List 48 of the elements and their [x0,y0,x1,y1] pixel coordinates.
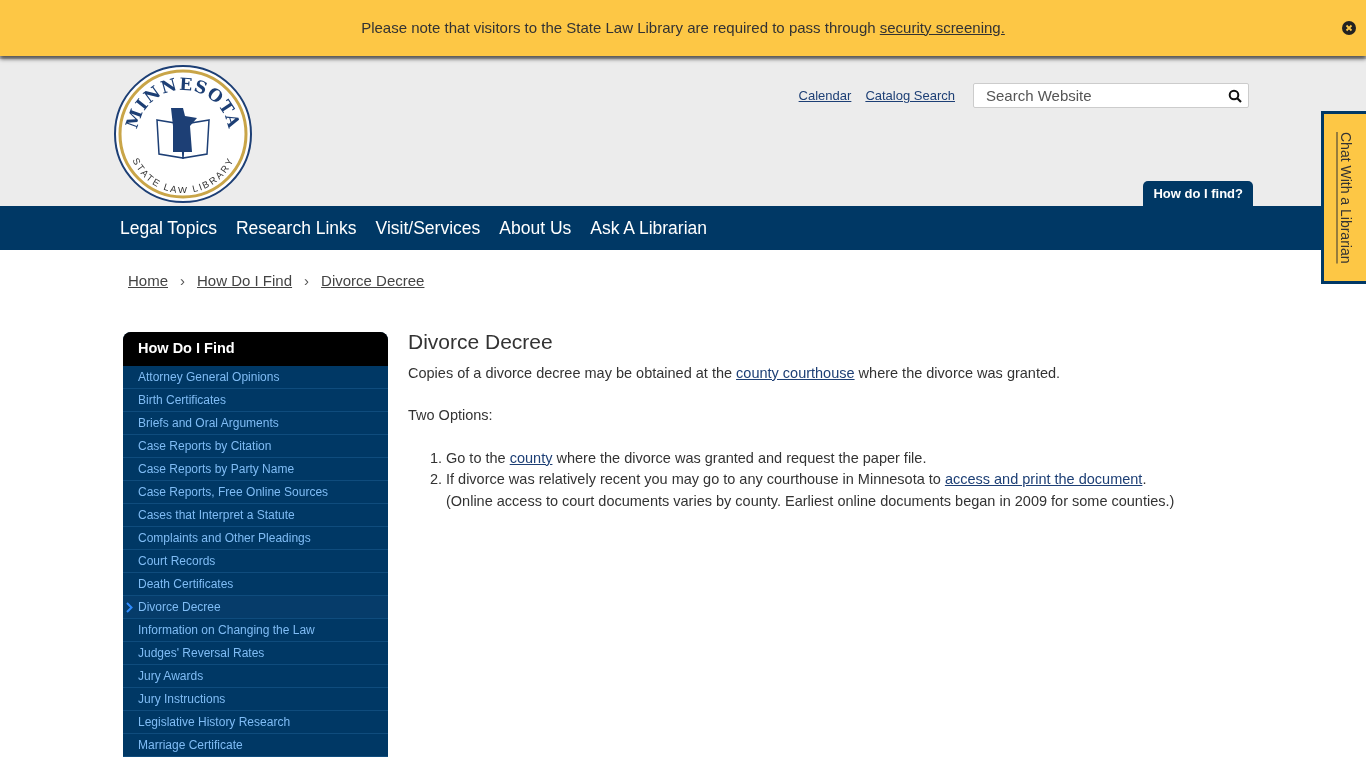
notice-text: Please note that visitors to the State Law Library are required to pass through security screening. [361,17,1005,38]
option-text: If divorce was relatively recent you may go to any courthouse in Minnesota to access and print the document. [446,469,1148,489]
chat-tab[interactable]: Chat With a Librarian [1321,111,1366,284]
breadcrumb-separator: › [304,270,310,291]
sidebar-item[interactable]: Case Reports by Party Name [123,458,388,481]
options-label: Two Options: [408,405,494,425]
search-icon[interactable] [1228,89,1242,103]
text-link[interactable]: security screening. [879,18,1005,36]
how-do-i-find-tab[interactable]: How do I find? [1143,181,1253,206]
breadcrumb-link[interactable]: Home [128,269,168,293]
text-link[interactable]: county [509,449,553,466]
sidebar-item[interactable]: Legislative History Research [123,711,388,734]
sidebar-item[interactable]: Case Reports, Free Online Sources [123,481,388,504]
utility-link[interactable]: Catalog Search [865,85,955,106]
sidebar-title: How Do I Find [123,332,388,366]
sidebar-item[interactable]: Judges' Reversal Rates [123,642,388,665]
option-text: Go to the county where the divorce was granted and request the paper file. [446,448,927,468]
sidebar-item[interactable]: Birth Certificates [123,389,388,412]
text-link[interactable]: access and print the document [944,470,1143,487]
breadcrumb-separator: › [180,270,185,291]
sidebar-item[interactable]: Information on Changing the Law [123,619,388,642]
chevron-icon [126,602,133,613]
nav-link[interactable]: Legal Topics [120,214,217,242]
nav-link[interactable]: Ask A Librarian [590,214,708,242]
sidebar-item[interactable]: Briefs and Oral Arguments [123,412,388,435]
sidebar-item[interactable]: Jury Awards [123,665,388,688]
article-title: Divorce Decree [408,330,554,354]
sidebar-item[interactable]: Case Reports by Citation [123,435,388,458]
sidebar-item[interactable]: Complaints and Other Pleadings [123,527,388,550]
list-number: 2. [430,469,444,489]
utility-link[interactable]: Calendar [798,85,852,106]
nav-link[interactable]: Research Links [235,214,357,242]
search-field[interactable]: Search Website [973,83,1249,108]
sidebar-item[interactable]: Cases that Interpret a Statute [123,504,388,527]
sidebar-item[interactable]: Court Records [123,550,388,573]
sidebar-item[interactable]: Marriage Certificate [123,734,388,757]
intro-paragraph: Copies of a divorce decree may be obtained at the county courthouse where the divorce was granted. [408,364,1062,383]
list-number: 1. [430,448,444,468]
close-icon[interactable] [1342,21,1356,35]
nav-link[interactable]: Visit/Services [375,214,481,242]
text-link[interactable]: county courthouse [736,365,855,381]
breadcrumb-link[interactable]: Divorce Decree [321,269,425,293]
nav-link[interactable]: About Us [499,214,572,242]
breadcrumb-link[interactable]: How Do I Find [197,269,293,293]
option-note: (Online access to court documents varies by county. Earliest online documents began in 2009 for some counties.) [446,491,1175,511]
sidebar-item[interactable]: Attorney General Opinions [123,366,388,389]
sidebar-item[interactable]: Jury Instructions [123,688,388,711]
sidebar-item[interactable]: Divorce Decree [123,596,388,619]
